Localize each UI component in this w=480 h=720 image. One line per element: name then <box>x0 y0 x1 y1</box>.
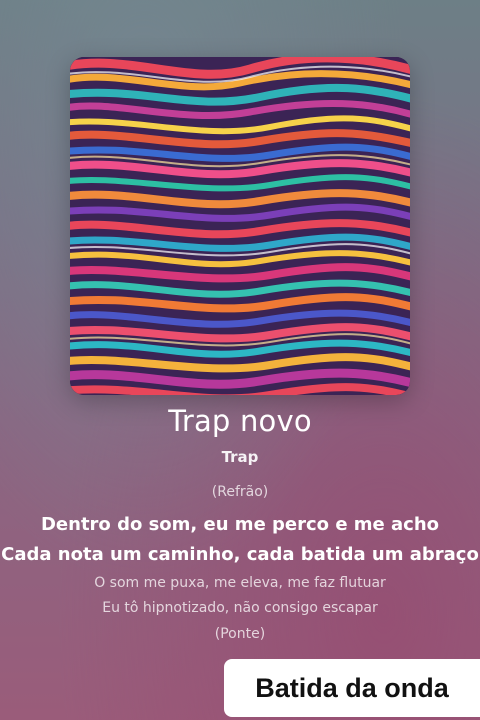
lyric-line-active: Cada nota um caminho, cada batida um abr… <box>1 544 479 565</box>
song-title: Trap novo <box>168 404 312 438</box>
lyric-line-active: Dentro do som, eu me perco e me acho <box>40 514 440 535</box>
lyric-line: Eu tô hipnotizado, não consigo escapar <box>102 600 378 616</box>
song-name-overlay: Batida da onda <box>224 659 480 717</box>
song-genre: Trap <box>221 448 259 466</box>
lyric-line: (Refrão) <box>211 484 269 500</box>
lyric-line: O som me puxa, me eleva, me faz flutuar <box>94 575 386 591</box>
lyric-line: (Ponte) <box>214 626 266 642</box>
album-cover[interactable] <box>70 57 410 395</box>
album-art-waves <box>70 57 410 395</box>
